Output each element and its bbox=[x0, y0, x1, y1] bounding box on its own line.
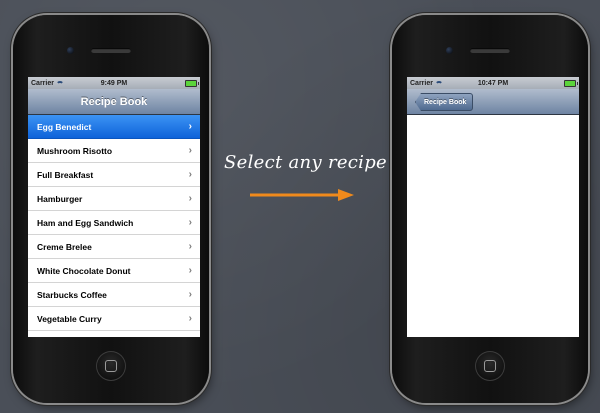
arrow-right-icon bbox=[250, 189, 354, 201]
iphone-right: Carrier 10:47 PM Recipe Book bbox=[392, 15, 588, 403]
chevron-right-icon: › bbox=[188, 217, 192, 228]
status-bar: Carrier 9:49 PM bbox=[28, 77, 200, 89]
recipe-label: Starbucks Coffee bbox=[37, 289, 107, 300]
chevron-right-icon: › bbox=[188, 121, 192, 132]
chevron-right-icon: › bbox=[188, 265, 192, 276]
battery-icon bbox=[564, 79, 578, 87]
screen-recipe-detail: Carrier 10:47 PM Recipe Book bbox=[407, 77, 579, 337]
home-button[interactable] bbox=[475, 351, 505, 381]
recipe-row[interactable]: Ham and Egg Sandwich › bbox=[28, 211, 200, 235]
recipe-row[interactable]: Vegetable Curry › bbox=[28, 307, 200, 331]
navigation-bar: Recipe Book bbox=[28, 89, 200, 115]
navigation-bar: Recipe Book bbox=[407, 89, 579, 115]
recipe-label: Full Breakfast bbox=[37, 169, 94, 180]
screen-recipe-list: Carrier 9:49 PM Recipe Book Egg Benedict… bbox=[28, 77, 200, 337]
chevron-right-icon: › bbox=[188, 241, 192, 252]
status-time: 9:49 PM bbox=[100, 79, 128, 87]
recipe-row[interactable]: Hamburger › bbox=[28, 187, 200, 211]
front-camera bbox=[446, 47, 453, 54]
chevron-right-icon: › bbox=[188, 193, 192, 204]
recipe-row[interactable]: Mushroom Risotto › bbox=[28, 139, 200, 163]
recipe-label: Egg Benedict bbox=[37, 121, 92, 132]
front-camera bbox=[67, 47, 74, 54]
chevron-right-icon: › bbox=[188, 145, 192, 156]
recipe-row[interactable]: Egg Benedict › bbox=[28, 115, 200, 139]
instruction-caption: Select any recipe bbox=[224, 152, 388, 173]
recipe-row[interactable]: White Chocolate Donut › bbox=[28, 259, 200, 283]
nav-title: Recipe Book bbox=[80, 95, 148, 108]
earpiece-speaker bbox=[91, 48, 131, 53]
status-time: 10:47 PM bbox=[477, 79, 509, 87]
recipe-table: Egg Benedict › Mushroom Risotto › Full Break… bbox=[28, 115, 200, 331]
iphone-left: Carrier 9:49 PM Recipe Book Egg Benedict… bbox=[13, 15, 209, 403]
back-button[interactable]: Recipe Book bbox=[415, 93, 474, 111]
recipe-label: Mushroom Risotto bbox=[37, 145, 113, 156]
chevron-right-icon: › bbox=[188, 289, 192, 300]
recipe-label: White Chocolate Donut bbox=[37, 265, 131, 276]
home-button[interactable] bbox=[96, 351, 126, 381]
recipe-label: Ham and Egg Sandwich bbox=[37, 217, 134, 228]
recipe-row[interactable]: Full Breakfast › bbox=[28, 163, 200, 187]
recipe-label: Hamburger bbox=[37, 193, 83, 204]
recipe-row[interactable]: Creme Brelee › bbox=[28, 235, 200, 259]
recipe-label: Vegetable Curry bbox=[37, 313, 102, 324]
chevron-right-icon: › bbox=[188, 313, 192, 324]
earpiece-speaker bbox=[470, 48, 510, 53]
chevron-right-icon: › bbox=[188, 169, 192, 180]
battery-icon bbox=[185, 79, 199, 87]
recipe-label: Creme Brelee bbox=[37, 241, 92, 252]
recipe-row[interactable]: Starbucks Coffee › bbox=[28, 283, 200, 307]
status-bar: Carrier 10:47 PM bbox=[407, 77, 579, 89]
